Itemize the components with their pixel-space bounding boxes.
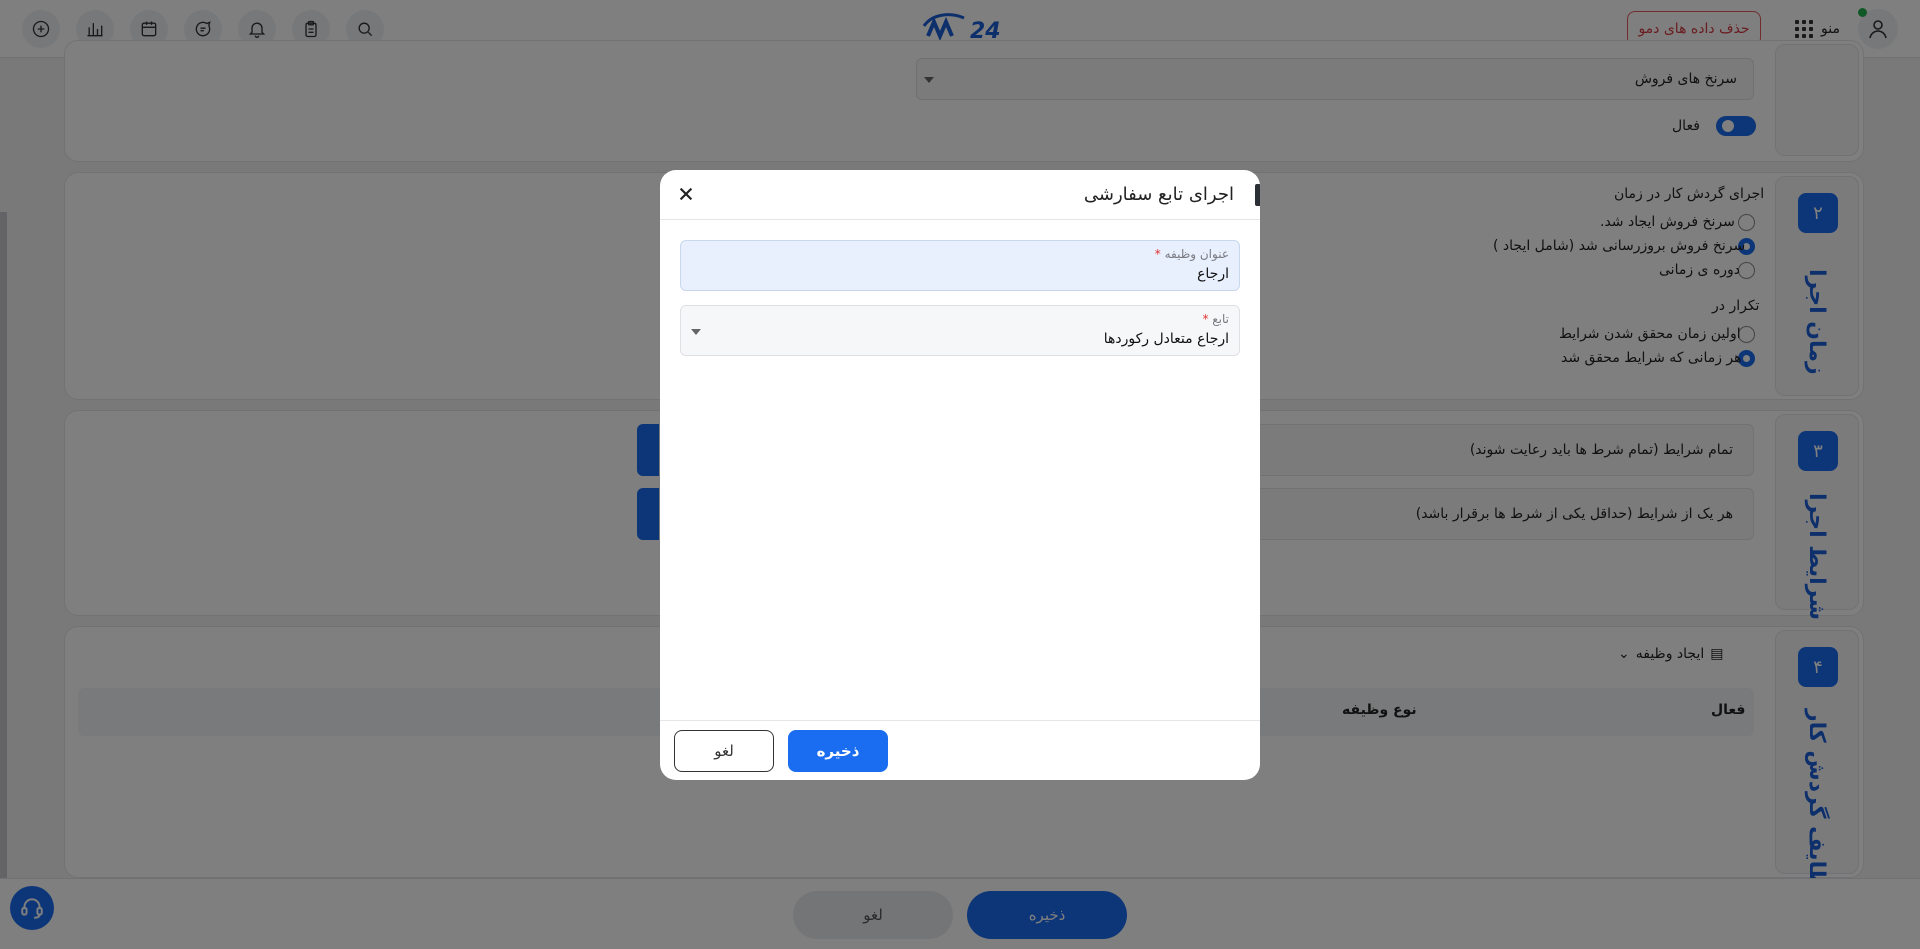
task-title-label: عنوان وظیفه * xyxy=(1152,247,1229,261)
dialog-footer: ذخیره لغو xyxy=(660,720,1260,780)
dialog-save-button[interactable]: ذخیره xyxy=(788,730,888,772)
required-mark: * xyxy=(1154,247,1161,261)
function-select[interactable]: تابع * ارجاع متعادل رکوردها xyxy=(680,305,1240,356)
function-label-text: تابع xyxy=(1212,312,1229,326)
task-title-label-text: عنوان وظیفه xyxy=(1164,247,1229,261)
custom-function-dialog: اجرای تابع سفارشی عنوان وظیفه * ارجاع تا… xyxy=(660,170,1260,780)
chevron-down-icon xyxy=(691,329,701,335)
function-value: ارجاع متعادل رکوردها xyxy=(1103,331,1229,347)
task-title-value: ارجاع xyxy=(1197,266,1229,282)
task-title-field[interactable]: عنوان وظیفه * ارجاع xyxy=(680,240,1240,291)
dialog-cancel-button[interactable]: لغو xyxy=(674,730,774,772)
dialog-header: اجرای تابع سفارشی xyxy=(660,170,1260,220)
close-icon[interactable] xyxy=(670,178,702,210)
function-label: تابع * xyxy=(1199,312,1229,326)
required-mark: * xyxy=(1202,312,1209,326)
header-accent xyxy=(1255,184,1260,206)
dialog-title: اجرای تابع سفارشی xyxy=(1083,184,1234,205)
